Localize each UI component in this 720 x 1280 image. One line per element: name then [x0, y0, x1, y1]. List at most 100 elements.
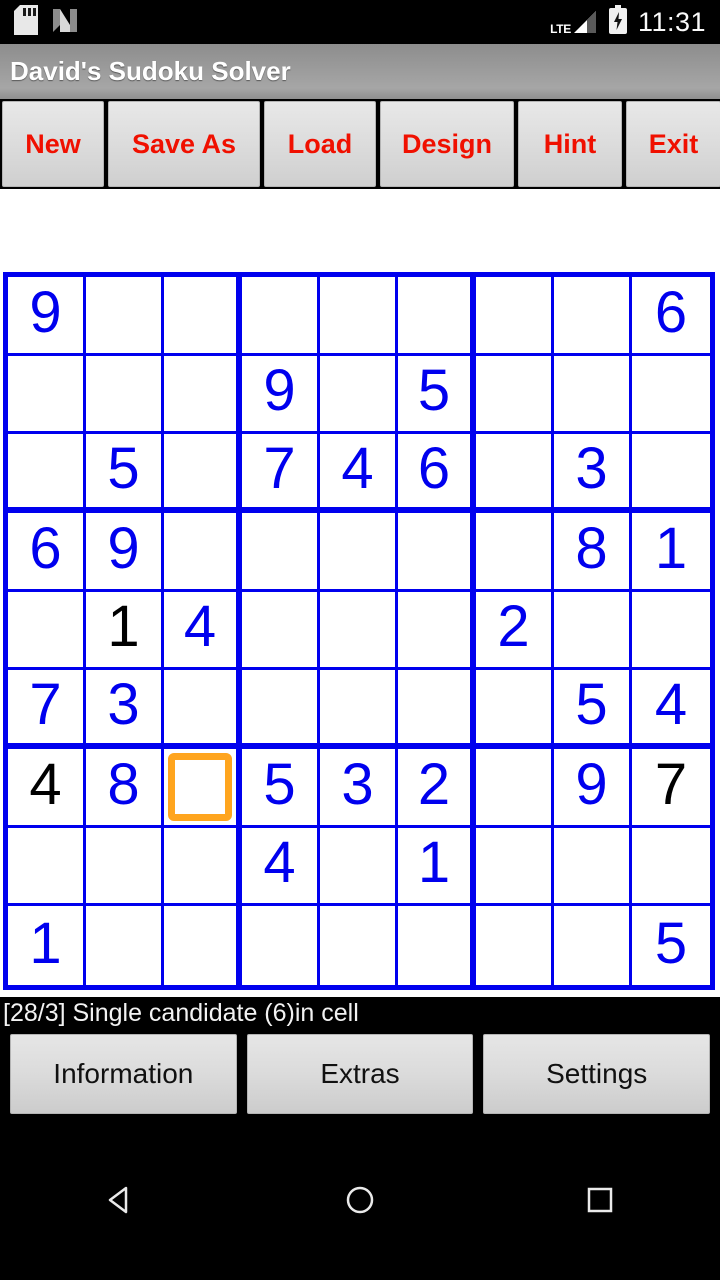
sudoku-cell-r3c6[interactable]: 6	[398, 434, 476, 513]
sudoku-cell-r8c8[interactable]	[554, 827, 632, 907]
cell-value: 7	[29, 671, 62, 737]
sudoku-cell-r5c3[interactable]: 4	[164, 591, 242, 671]
cell-value: 4	[183, 594, 217, 660]
sudoku-cell-r4c1[interactable]: 6	[8, 512, 86, 592]
extras-button[interactable]: Extras	[246, 1034, 474, 1114]
sudoku-cell-r1c7[interactable]	[476, 277, 554, 356]
sudoku-cell-r7c5[interactable]: 3	[320, 748, 398, 828]
sudoku-cell-r9c9[interactable]: 5	[632, 906, 710, 985]
sudoku-cell-r8c4[interactable]: 4	[242, 827, 320, 907]
sudoku-cell-r9c4[interactable]	[242, 906, 320, 985]
sudoku-cell-r8c5[interactable]	[320, 827, 398, 907]
sudoku-cell-r9c8[interactable]	[554, 906, 632, 985]
sudoku-cell-r5c4[interactable]	[242, 591, 320, 671]
cell-value: 6	[29, 515, 62, 581]
sudoku-cell-r4c9[interactable]: 1	[632, 512, 710, 592]
sudoku-cell-r5c2[interactable]: 1	[86, 591, 164, 671]
sudoku-cell-r4c4[interactable]	[242, 512, 320, 592]
sudoku-cell-r6c9[interactable]: 4	[632, 670, 710, 749]
sudoku-cell-r8c7[interactable]	[476, 827, 554, 907]
sudoku-cell-r5c8[interactable]	[554, 591, 632, 671]
save-as-button[interactable]: Save As	[108, 101, 260, 187]
sudoku-cell-r3c1[interactable]	[8, 434, 86, 513]
sudoku-cell-r4c2[interactable]: 9	[86, 512, 164, 592]
sudoku-cell-r2c1[interactable]	[8, 355, 86, 435]
sudoku-cell-r2c2[interactable]	[86, 355, 164, 435]
sudoku-cell-r6c1[interactable]: 7	[8, 670, 86, 749]
sudoku-cell-r7c8[interactable]: 9	[554, 748, 632, 828]
information-button[interactable]: Information	[10, 1034, 237, 1114]
sudoku-cell-r5c7[interactable]: 2	[476, 591, 554, 671]
recents-icon[interactable]	[570, 1170, 630, 1230]
sudoku-cell-r1c1[interactable]: 9	[8, 277, 86, 356]
new-button[interactable]: New	[2, 101, 104, 187]
sudoku-cell-r4c3[interactable]	[164, 512, 242, 592]
sudoku-cell-r7c3[interactable]	[164, 748, 242, 828]
sudoku-cell-r4c6[interactable]	[398, 512, 476, 592]
sudoku-cell-r1c4[interactable]	[242, 277, 320, 356]
sudoku-cell-r6c4[interactable]	[242, 670, 320, 749]
settings-button[interactable]: Settings	[483, 1034, 711, 1114]
sudoku-cell-r3c7[interactable]	[476, 434, 554, 513]
sudoku-cell-r6c2[interactable]: 3	[86, 670, 164, 749]
sudoku-cell-r2c9[interactable]	[632, 355, 710, 435]
sudoku-grid[interactable]: 9695574636981142735448532974115	[3, 272, 715, 990]
exit-button[interactable]: Exit	[626, 101, 720, 187]
hint-button[interactable]: Hint	[518, 101, 622, 187]
sudoku-cell-r4c5[interactable]	[320, 512, 398, 592]
sudoku-cell-r9c2[interactable]	[86, 906, 164, 985]
sudoku-cell-r4c7[interactable]	[476, 512, 554, 592]
android-status-bar: LTE 11:31	[0, 0, 720, 44]
sudoku-cell-r8c1[interactable]	[8, 827, 86, 907]
sudoku-cell-r8c2[interactable]	[86, 827, 164, 907]
sudoku-cell-r3c2[interactable]: 5	[86, 434, 164, 513]
sudoku-cell-r7c7[interactable]	[476, 748, 554, 828]
sudoku-cell-r6c6[interactable]	[398, 670, 476, 749]
sudoku-cell-r8c9[interactable]	[632, 827, 710, 907]
sudoku-cell-r6c3[interactable]	[164, 670, 242, 749]
sudoku-cell-r2c4[interactable]: 9	[242, 355, 320, 435]
sudoku-cell-r1c5[interactable]	[320, 277, 398, 356]
sudoku-cell-r5c5[interactable]	[320, 591, 398, 671]
load-button[interactable]: Load	[264, 101, 376, 187]
sudoku-cell-r6c7[interactable]	[476, 670, 554, 749]
sudoku-cell-r1c2[interactable]	[86, 277, 164, 356]
sudoku-cell-r7c9[interactable]: 7	[632, 748, 710, 828]
sudoku-cell-r3c4[interactable]: 7	[242, 434, 320, 513]
sudoku-cell-r7c4[interactable]: 5	[242, 748, 320, 828]
sudoku-cell-r9c6[interactable]	[398, 906, 476, 985]
sudoku-cell-r1c3[interactable]	[164, 277, 242, 356]
sudoku-cell-r3c8[interactable]: 3	[554, 434, 632, 513]
network-type-label: LTE	[550, 22, 571, 36]
sudoku-cell-r7c1[interactable]: 4	[8, 748, 86, 828]
home-icon[interactable]	[330, 1170, 390, 1230]
sudoku-cell-r1c8[interactable]	[554, 277, 632, 356]
sudoku-cell-r6c8[interactable]: 5	[554, 670, 632, 749]
sudoku-cell-r2c3[interactable]	[164, 355, 242, 435]
back-icon[interactable]	[90, 1170, 150, 1230]
sudoku-cell-r2c7[interactable]	[476, 355, 554, 435]
sudoku-cell-r9c1[interactable]: 1	[8, 906, 86, 985]
sudoku-cell-r5c1[interactable]	[8, 591, 86, 671]
sudoku-cell-r5c6[interactable]	[398, 591, 476, 671]
sudoku-cell-r3c3[interactable]	[164, 434, 242, 513]
sudoku-cell-r3c9[interactable]	[632, 434, 710, 513]
sudoku-cell-r7c6[interactable]: 2	[398, 748, 476, 828]
sudoku-cell-r3c5[interactable]: 4	[320, 434, 398, 513]
sudoku-cell-r8c3[interactable]	[164, 827, 242, 907]
sudoku-cell-r1c6[interactable]	[398, 277, 476, 356]
sudoku-cell-r2c8[interactable]	[554, 355, 632, 435]
sudoku-cell-r9c7[interactable]	[476, 906, 554, 985]
sudoku-cell-r5c9[interactable]	[632, 591, 710, 671]
sudoku-cell-r1c9[interactable]: 6	[632, 277, 710, 356]
sudoku-cell-r7c2[interactable]: 8	[86, 748, 164, 828]
sudoku-cell-r9c5[interactable]	[320, 906, 398, 985]
design-button[interactable]: Design	[380, 101, 514, 187]
sudoku-cell-r2c5[interactable]	[320, 355, 398, 435]
sudoku-cell-r8c6[interactable]: 1	[398, 827, 476, 907]
board-area: 9695574636981142735448532974115	[0, 189, 720, 997]
sudoku-cell-r4c8[interactable]: 8	[554, 512, 632, 592]
sudoku-cell-r2c6[interactable]: 5	[398, 355, 476, 435]
sudoku-cell-r9c3[interactable]	[164, 906, 242, 985]
sudoku-cell-r6c5[interactable]	[320, 670, 398, 749]
